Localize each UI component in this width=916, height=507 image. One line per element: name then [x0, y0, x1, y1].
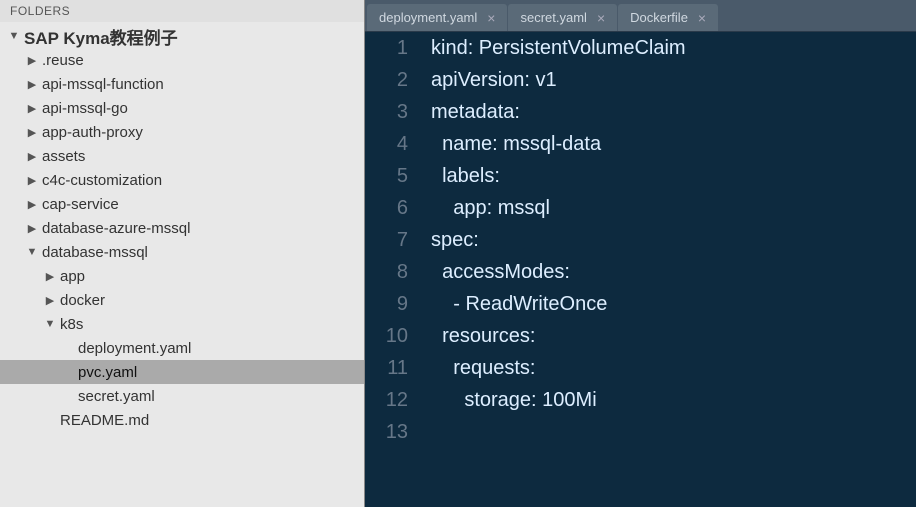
code-content[interactable]: kind: PersistentVolumeClaimapiVersion: v…	[423, 32, 916, 507]
line-number: 5	[365, 160, 408, 192]
line-number: 6	[365, 192, 408, 224]
tree-item-docker[interactable]: ▶ docker	[0, 288, 364, 312]
tree-item-secret-yaml[interactable]: ▶secret.yaml	[0, 384, 364, 408]
code-line[interactable]: apiVersion: v1	[431, 64, 916, 96]
chevron-right-icon: ▶	[26, 174, 38, 187]
tree-item-label: app	[60, 268, 85, 285]
chevron-down-icon: ▼	[8, 30, 20, 42]
line-number: 7	[365, 224, 408, 256]
close-icon[interactable]: ×	[597, 10, 605, 26]
code-line[interactable]: accessModes:	[431, 256, 916, 288]
tree-item-database-azure-mssql[interactable]: ▶ database-azure-mssql	[0, 216, 364, 240]
tree-item-api-mssql-go[interactable]: ▶ api-mssql-go	[0, 96, 364, 120]
tree-item-label: database-azure-mssql	[42, 220, 190, 237]
chevron-right-icon: ▶	[26, 150, 38, 163]
code-editor[interactable]: 12345678910111213 kind: PersistentVolume…	[365, 32, 916, 507]
line-number: 2	[365, 64, 408, 96]
line-number: 8	[365, 256, 408, 288]
code-line[interactable]: resources:	[431, 320, 916, 352]
line-number: 1	[365, 32, 408, 64]
chevron-right-icon: ▶	[26, 78, 38, 91]
chevron-right-icon: ▶	[26, 222, 38, 235]
line-gutter: 12345678910111213	[365, 32, 423, 507]
close-icon[interactable]: ×	[487, 10, 495, 26]
line-number: 12	[365, 384, 408, 416]
code-line[interactable]: spec:	[431, 224, 916, 256]
sidebar-header: FOLDERS	[0, 0, 364, 22]
code-line[interactable]: storage: 100Mi	[431, 384, 916, 416]
tree-item-label: .reuse	[42, 52, 84, 69]
tree-item-cap-service[interactable]: ▶ cap-service	[0, 192, 364, 216]
line-number: 11	[365, 352, 408, 384]
tree-item-label: api-mssql-function	[42, 76, 164, 93]
code-line[interactable]: labels:	[431, 160, 916, 192]
chevron-right-icon: ▶	[44, 294, 56, 307]
tree-item-label: pvc.yaml	[78, 364, 137, 381]
line-number: 13	[365, 416, 408, 448]
tree-item-c4c-customization[interactable]: ▶ c4c-customization	[0, 168, 364, 192]
chevron-right-icon: ▶	[26, 126, 38, 139]
editor-area: deployment.yaml×secret.yaml×Dockerfile× …	[365, 0, 916, 507]
tree-item-label: README.md	[60, 412, 149, 429]
tree-item-database-mssql[interactable]: ▼ database-mssql	[0, 240, 364, 264]
line-number: 4	[365, 128, 408, 160]
tab-deployment-yaml[interactable]: deployment.yaml ×	[367, 4, 507, 31]
code-line[interactable]: - ReadWriteOnce	[431, 288, 916, 320]
chevron-down-icon: ▼	[26, 246, 38, 258]
chevron-right-icon: ▶	[26, 54, 38, 67]
tab-label: Dockerfile	[630, 10, 688, 25]
line-number: 3	[365, 96, 408, 128]
tree-item-label: app-auth-proxy	[42, 124, 143, 141]
code-line[interactable]: kind: PersistentVolumeClaim	[431, 32, 916, 64]
tree-item--reuse[interactable]: ▶ .reuse	[0, 48, 364, 72]
tree-item-readme-md[interactable]: ▶README.md	[0, 408, 364, 432]
chevron-right-icon: ▶	[26, 102, 38, 115]
tree-item-label: deployment.yaml	[78, 340, 191, 357]
tab-secret-yaml[interactable]: secret.yaml ×	[508, 4, 617, 31]
tree-item-deployment-yaml[interactable]: ▶deployment.yaml	[0, 336, 364, 360]
line-number: 9	[365, 288, 408, 320]
tree-item-assets[interactable]: ▶ assets	[0, 144, 364, 168]
tree-item-label: api-mssql-go	[42, 100, 128, 117]
tree-item-label: assets	[42, 148, 85, 165]
tree-root[interactable]: ▼ SAP Kyma教程例子	[0, 24, 364, 48]
tab-dockerfile[interactable]: Dockerfile ×	[618, 4, 718, 31]
tree-item-label: cap-service	[42, 196, 119, 213]
tree-root-label: SAP Kyma教程例子	[24, 24, 178, 49]
sidebar: FOLDERS ▼ SAP Kyma教程例子 ▶ .reuse ▶ api-mssql…	[0, 0, 365, 507]
tree-item-label: k8s	[60, 316, 83, 333]
tab-label: secret.yaml	[520, 10, 586, 25]
tab-bar: deployment.yaml × secret.yaml × Dockerfile ×	[365, 0, 916, 32]
folder-tree: ▼ SAP Kyma教程例子 ▶ .reuse ▶ api-mssql-functio…	[0, 22, 364, 507]
chevron-down-icon: ▼	[44, 318, 56, 330]
tree-item-app[interactable]: ▶ app	[0, 264, 364, 288]
tree-item-label: database-mssql	[42, 244, 148, 261]
tree-item-k8s[interactable]: ▼ k8s	[0, 312, 364, 336]
tree-item-label: docker	[60, 292, 105, 309]
tree-item-label: c4c-customization	[42, 172, 162, 189]
code-line[interactable]: name: mssql-data	[431, 128, 916, 160]
code-line[interactable]: requests:	[431, 352, 916, 384]
code-line[interactable]: app: mssql	[431, 192, 916, 224]
line-number: 10	[365, 320, 408, 352]
chevron-right-icon: ▶	[26, 198, 38, 211]
tree-item-pvc-yaml[interactable]: ▶pvc.yaml	[0, 360, 364, 384]
tab-label: deployment.yaml	[379, 10, 477, 25]
code-line[interactable]: metadata:	[431, 96, 916, 128]
tree-item-label: secret.yaml	[78, 388, 155, 405]
close-icon[interactable]: ×	[698, 10, 706, 26]
tree-item-api-mssql-function[interactable]: ▶ api-mssql-function	[0, 72, 364, 96]
chevron-right-icon: ▶	[44, 270, 56, 283]
code-line[interactable]	[431, 416, 916, 448]
tree-item-app-auth-proxy[interactable]: ▶ app-auth-proxy	[0, 120, 364, 144]
